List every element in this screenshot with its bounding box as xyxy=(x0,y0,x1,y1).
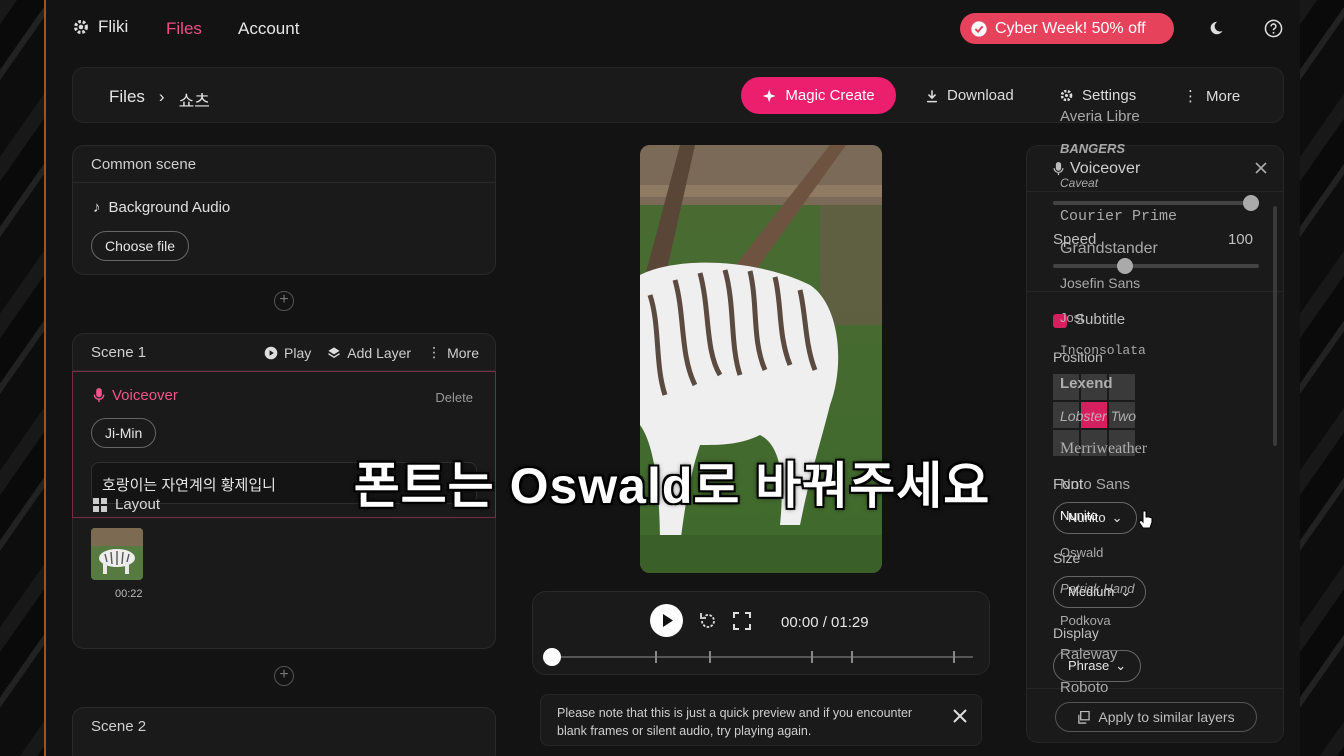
play-circle-icon xyxy=(264,346,278,359)
timeline-scrubber[interactable] xyxy=(543,648,561,666)
badge-check-icon xyxy=(971,20,987,37)
play-button[interactable] xyxy=(650,604,683,637)
breadcrumb-current: 쇼츠 xyxy=(178,92,210,111)
add-scene-plus-icon[interactable]: + xyxy=(274,291,294,311)
font-option[interactable]: Lexend xyxy=(1060,375,1113,392)
replay-icon[interactable] xyxy=(698,611,718,631)
tiger-thumbnail-image xyxy=(91,528,143,580)
timeline-tick xyxy=(811,651,813,663)
font-option[interactable]: Lobster Two xyxy=(1060,408,1136,424)
help-icon[interactable] xyxy=(1264,19,1283,38)
layers-icon xyxy=(328,346,341,358)
preview-notice-text: Please note that this is just a quick pr… xyxy=(557,706,913,738)
panel-scrollbar[interactable] xyxy=(1273,206,1277,446)
scene-2-card: Scene 2 xyxy=(72,707,496,756)
background-left xyxy=(0,0,44,756)
download-label: Download xyxy=(947,87,1014,104)
scene-1-header: Scene 1 Play Add Layer ⋮ More xyxy=(73,334,495,371)
voice-select-button[interactable]: Ji-Min xyxy=(91,418,157,448)
add-layer-button[interactable]: Add Layer xyxy=(327,344,411,361)
magic-create-label: Magic Create xyxy=(785,87,875,104)
kebab-icon: ⋮ xyxy=(427,344,442,360)
choose-file-button[interactable]: Choose file xyxy=(91,231,190,261)
preview-notice: Please note that this is just a quick pr… xyxy=(540,694,982,746)
close-icon[interactable] xyxy=(953,709,967,723)
scene-play-label: Play xyxy=(284,344,312,361)
font-option-oswald[interactable]: Oswald xyxy=(1060,545,1103,560)
font-option[interactable]: Raleway xyxy=(1060,646,1118,663)
timeline-tick xyxy=(851,651,853,663)
font-option[interactable]: Courier Prime xyxy=(1060,208,1177,225)
magic-create-button[interactable]: Magic Create xyxy=(741,77,896,114)
download-button[interactable]: Download xyxy=(925,87,1014,104)
scene-more-button[interactable]: ⋮ More xyxy=(427,344,479,361)
playback-time: 00:00 / 01:29 xyxy=(781,614,869,631)
player-controls: 00:00 / 01:29 xyxy=(532,591,990,675)
nav-files-link[interactable]: Files xyxy=(166,19,202,39)
voiceover-title: Voiceover xyxy=(93,387,178,404)
layout-thumbnail[interactable] xyxy=(91,528,143,580)
brand-name: Fliki xyxy=(98,17,129,36)
breadcrumb: Files › 쇼츠 xyxy=(109,87,210,112)
font-option[interactable]: Caveat xyxy=(1060,176,1098,190)
font-option[interactable]: Averia Libre xyxy=(1060,108,1140,125)
font-option[interactable]: Podkova xyxy=(1060,613,1111,628)
scene-1-title: Scene 1 xyxy=(91,344,147,361)
font-option[interactable]: Grandstander xyxy=(1060,240,1158,258)
font-dropdown-list: Averia Libre BANGERS Caveat Courier Prim… xyxy=(1060,0,1260,756)
layout-thumbnail-duration: 00:22 xyxy=(115,588,143,600)
music-note-icon: ♪ xyxy=(93,199,101,216)
play-icon xyxy=(663,614,673,627)
common-scene-card: Common scene ♪ Background Audio Choose f… xyxy=(72,145,496,275)
sparkle-icon xyxy=(763,89,776,102)
font-option[interactable]: Josefin Sans xyxy=(1060,275,1140,291)
download-icon xyxy=(927,89,937,102)
nav-account-link[interactable]: Account xyxy=(238,19,299,39)
background-right xyxy=(1300,0,1344,756)
font-option[interactable]: Inconsolata xyxy=(1060,343,1146,358)
add-scene-plus-icon-2[interactable]: + xyxy=(274,666,294,686)
background-audio-label: ♪ Background Audio xyxy=(93,199,230,216)
font-option[interactable]: Jost xyxy=(1060,310,1084,325)
breadcrumb-separator: › xyxy=(158,87,165,106)
gear-logo-icon xyxy=(74,20,88,34)
voiceover-delete-button[interactable]: Delete xyxy=(435,390,473,405)
fullscreen-icon[interactable] xyxy=(733,612,751,630)
subtitle-caption: 폰트는 Oswald로 바꿔주세요 xyxy=(353,458,991,514)
scene-more-label: More xyxy=(447,344,479,361)
app-window: Fliki Files Account Cyber Week! 50% off … xyxy=(44,0,1300,756)
microphone-icon xyxy=(93,388,105,403)
background-audio-text: Background Audio xyxy=(108,199,231,216)
scene-1-actions: Play Add Layer ⋮ More xyxy=(264,344,479,361)
font-option[interactable]: Roboto xyxy=(1060,679,1108,696)
scene-2-title: Scene 2 xyxy=(91,718,147,735)
voiceover-label: Voiceover xyxy=(112,387,178,404)
breadcrumb-files[interactable]: Files xyxy=(109,87,145,112)
font-option[interactable]: BANGERS xyxy=(1060,141,1125,156)
brand[interactable]: Fliki xyxy=(72,17,128,37)
timeline-tick xyxy=(953,651,955,663)
common-scene-title: Common scene xyxy=(73,146,495,183)
add-layer-label: Add Layer xyxy=(347,344,412,361)
scene-play-button[interactable]: Play xyxy=(264,344,311,361)
timeline-tick xyxy=(709,651,711,663)
timeline-track[interactable] xyxy=(543,648,973,666)
font-option[interactable]: Patrick Hand xyxy=(1060,581,1134,596)
timeline-tick xyxy=(655,651,657,663)
